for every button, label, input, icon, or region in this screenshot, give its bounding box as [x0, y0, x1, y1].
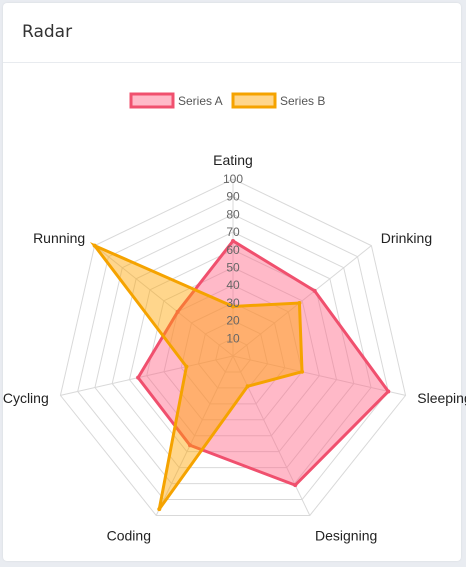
series-b-point[interactable] [245, 384, 250, 389]
radar-tick-label: 100 [223, 172, 243, 186]
chart-legend[interactable]: Series A Series B [129, 92, 325, 109]
radar-axis-label: Eating [213, 152, 253, 168]
legend-item-series-a[interactable]: Series A [129, 92, 223, 109]
series-b-point[interactable] [297, 301, 302, 306]
series-a-point[interactable] [386, 389, 391, 394]
radar-axis-label: Drinking [381, 230, 432, 246]
radar-tick-label: 70 [226, 225, 240, 239]
radar-tick-label: 90 [226, 190, 240, 204]
legend-label: Series B [280, 94, 325, 108]
radar-tick-label: 30 [226, 296, 240, 310]
radar-tick-label: 40 [226, 278, 240, 292]
legend-label: Series A [178, 94, 223, 108]
radar-axis-label: Cycling [3, 390, 49, 406]
radar-tick-label: 50 [226, 261, 240, 275]
series-b-point[interactable] [157, 507, 162, 512]
series-a-point[interactable] [312, 288, 317, 293]
series-a-point[interactable] [293, 483, 298, 488]
radar-axis-label: Coding [107, 527, 151, 543]
series-b-point[interactable] [300, 369, 305, 374]
radar-tick-label: 60 [226, 243, 240, 257]
legend-item-series-b[interactable]: Series B [231, 92, 325, 109]
radar-tick-label: 80 [226, 207, 240, 221]
radar-axis-label: Designing [315, 527, 377, 543]
series-b-point[interactable] [92, 243, 97, 248]
legend-swatch [231, 92, 277, 109]
radar-tick-label: 20 [226, 314, 240, 328]
legend-swatch [129, 92, 175, 109]
series-a-point[interactable] [136, 375, 141, 380]
series-b-point[interactable] [184, 364, 189, 369]
radar-axis-label: Running [33, 230, 85, 246]
radar-chart: 10 20 30 40 50 60 70 80 90 100 Eating Drinking Slee… [3, 92, 466, 543]
radar-tick-label: 10 [226, 331, 240, 345]
radar-axis-label: Sleeping [417, 390, 466, 406]
